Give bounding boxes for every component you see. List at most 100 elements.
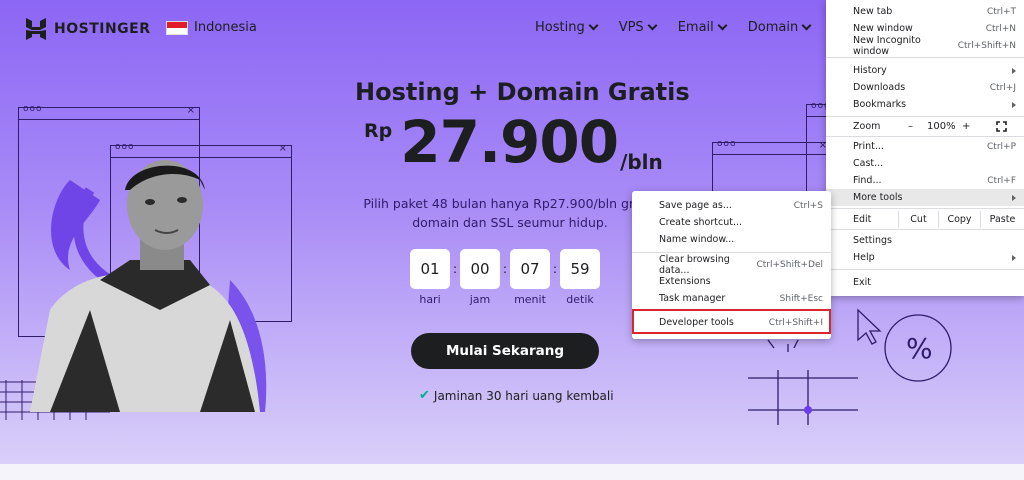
- chevron-down-icon: [588, 20, 599, 31]
- guarantee-text: Jaminan 30 hari uang kembali: [433, 388, 614, 403]
- menu-find-shortcut: Ctrl+F: [987, 175, 1016, 186]
- menu-new-incognito[interactable]: New Incognito window Ctrl+Shift+N: [826, 35, 1024, 57]
- countdown-days-label: hari: [419, 293, 441, 306]
- zoom-out-button[interactable]: –: [908, 121, 913, 132]
- menu-zoom-label: Zoom: [853, 121, 881, 132]
- menu-history[interactable]: History: [826, 62, 1024, 79]
- menu-cast[interactable]: Cast...: [826, 155, 1024, 172]
- menu-task-manager-label: Task manager: [659, 293, 726, 304]
- countdown-separator: :: [502, 262, 508, 276]
- zoom-in-button[interactable]: +: [962, 121, 970, 132]
- menu-print-label: Print...: [853, 141, 884, 152]
- chevron-down-icon: [717, 20, 728, 31]
- hostinger-logo[interactable]: HOSTINGER: [26, 18, 151, 40]
- countdown-seconds-value: 59: [560, 249, 600, 289]
- menu-separator: [826, 208, 1024, 209]
- price-amount: 27.900: [400, 108, 619, 176]
- menu-zoom: Zoom – 100% +: [826, 118, 1024, 135]
- menu-edit-label: Edit: [853, 214, 872, 225]
- menu-new-tab-label: New tab: [853, 6, 893, 17]
- person-photo: [30, 160, 267, 412]
- menu-new-incognito-shortcut: Ctrl+Shift+N: [957, 40, 1016, 51]
- menu-exit[interactable]: Exit: [826, 274, 1024, 291]
- menu-new-tab[interactable]: New tab Ctrl+T: [826, 3, 1024, 20]
- menu-clear-browsing-data[interactable]: Clear browsing data... Ctrl+Shift+Del: [632, 254, 831, 276]
- menu-bookmarks[interactable]: Bookmarks: [826, 96, 1024, 113]
- nav-email-label: Email: [677, 20, 714, 35]
- menu-bookmarks-label: Bookmarks: [853, 99, 907, 110]
- countdown-separator: :: [452, 262, 458, 276]
- cut-button[interactable]: Cut: [898, 211, 938, 228]
- countdown-hours-label: jam: [469, 293, 491, 306]
- menu-new-tab-shortcut: Ctrl+T: [986, 6, 1016, 17]
- menu-extensions-label: Extensions: [659, 276, 711, 287]
- countdown-minutes: 07 menit: [510, 249, 550, 306]
- menu-print[interactable]: Print... Ctrl+P: [826, 138, 1024, 155]
- menu-save-page[interactable]: Save page as... Ctrl+S: [632, 197, 831, 214]
- menu-create-shortcut-label: Create shortcut...: [659, 217, 743, 228]
- hero-headline: Hosting + Domain Gratis: [355, 78, 690, 106]
- indonesia-flag-icon: [166, 20, 188, 35]
- menu-print-shortcut: Ctrl+P: [987, 141, 1016, 152]
- menu-downloads-label: Downloads: [853, 82, 906, 93]
- menu-more-tools-label: More tools: [853, 192, 903, 203]
- menu-help[interactable]: Help: [826, 249, 1024, 266]
- countdown-seconds-label: detik: [566, 293, 594, 306]
- menu-separator: [826, 136, 1024, 137]
- countdown-days: 01 hari: [410, 249, 450, 306]
- copy-button[interactable]: Copy: [938, 211, 980, 228]
- menu-edit: Edit Cut Copy Paste: [826, 211, 1024, 228]
- menu-name-window[interactable]: Name window...: [632, 231, 831, 248]
- start-now-button[interactable]: Mulai Sekarang: [411, 333, 599, 369]
- menu-task-manager[interactable]: Task manager Shift+Esc: [632, 290, 831, 307]
- chevron-down-icon: [647, 20, 658, 31]
- menu-clear-browsing-shortcut: Ctrl+Shift+Del: [756, 259, 823, 270]
- menu-task-manager-shortcut: Shift+Esc: [779, 293, 823, 304]
- menu-more-tools[interactable]: More tools: [826, 189, 1024, 206]
- countdown-separator: :: [552, 262, 558, 276]
- menu-settings-label: Settings: [853, 235, 892, 246]
- menu-new-window-shortcut: Ctrl+N: [985, 23, 1016, 34]
- menu-separator: [826, 116, 1024, 117]
- countdown-minutes-value: 07: [510, 249, 550, 289]
- nav-vps[interactable]: VPS: [618, 20, 658, 35]
- menu-downloads[interactable]: Downloads Ctrl+J: [826, 79, 1024, 96]
- countdown-hours-value: 00: [460, 249, 500, 289]
- zoom-level: 100%: [927, 121, 956, 132]
- menu-separator: [826, 269, 1024, 270]
- paste-button[interactable]: Paste: [980, 211, 1024, 228]
- language-label: Indonesia: [194, 20, 257, 35]
- menu-separator: [826, 57, 1024, 58]
- svg-text:%: %: [906, 332, 933, 365]
- hero-price: Rp 27.900 /bln: [364, 108, 663, 176]
- countdown-minutes-label: menit: [514, 293, 546, 306]
- nav-hosting[interactable]: Hosting: [535, 20, 599, 35]
- menu-help-label: Help: [853, 252, 875, 263]
- fullscreen-icon[interactable]: [996, 121, 1007, 132]
- countdown-hours: 00 jam: [460, 249, 500, 306]
- price-currency: Rp: [364, 120, 393, 142]
- logo-text: HOSTINGER: [54, 21, 151, 37]
- menu-downloads-shortcut: Ctrl+J: [989, 82, 1016, 93]
- language-selector[interactable]: Indonesia: [166, 20, 257, 35]
- submenu-arrow-icon: [1012, 67, 1016, 74]
- menu-find[interactable]: Find... Ctrl+F: [826, 172, 1024, 189]
- menu-settings[interactable]: Settings: [826, 232, 1024, 249]
- menu-create-shortcut[interactable]: Create shortcut...: [632, 214, 831, 231]
- chrome-main-menu: New tab Ctrl+T New window Ctrl+N New Incog…: [826, 0, 1024, 296]
- chevron-down-icon: [801, 20, 812, 31]
- menu-exit-label: Exit: [853, 277, 871, 288]
- guarantee-note: ✔ Jaminan 30 hari uang kembali: [419, 388, 614, 403]
- nav-email[interactable]: Email: [677, 20, 728, 35]
- desc-line-1: Pilih paket 48 bulan hanya Rp27.900/bln …: [363, 196, 657, 211]
- menu-extensions[interactable]: Extensions: [632, 273, 831, 290]
- nav-vps-label: VPS: [618, 20, 644, 35]
- menu-name-window-label: Name window...: [659, 234, 735, 245]
- menu-history-label: History: [853, 65, 887, 76]
- countdown-timer: 01 hari : 00 jam : 07 menit : 59 detik: [410, 249, 600, 306]
- menu-separator: [826, 229, 1024, 230]
- menu-new-window-label: New window: [853, 23, 913, 34]
- page-bottom-strip: [0, 464, 1024, 480]
- nav-domain[interactable]: Domain: [748, 20, 812, 35]
- menu-save-page-label: Save page as...: [659, 200, 732, 211]
